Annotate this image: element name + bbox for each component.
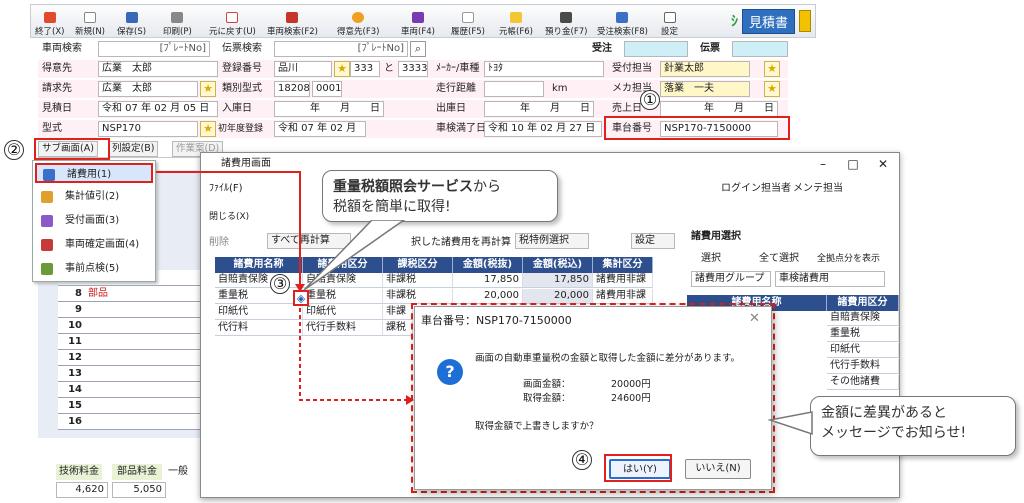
top-callout-line1: 重量税額照会サービスから xyxy=(333,179,501,195)
step-4-marker: ④ xyxy=(572,450,592,470)
question-icon: ? xyxy=(437,359,463,385)
dialog-question: 取得金額で上書きしますか？ xyxy=(475,421,599,432)
dialog-close-icon[interactable]: ✕ xyxy=(749,311,760,327)
top-callout: 重量税額照会サービスから 税額を簡単に取得! xyxy=(322,170,558,222)
top-callout-tail xyxy=(303,220,406,291)
bottom-callout: 金額に差異があると メッセージでお知らせ! xyxy=(810,396,1016,456)
no-button[interactable]: いいえ(N) xyxy=(685,459,751,479)
yes-button-highlight xyxy=(604,454,672,482)
bottom-callout-line1: 金額に差異があると xyxy=(821,405,947,421)
bottom-callout-line2: メッセージでお知らせ! xyxy=(821,425,967,441)
fetched-amount-label: 取得金額： xyxy=(523,393,571,404)
dialog-message: 画面の自動車重量税の金額と取得した金額に差分があります。 xyxy=(475,353,741,364)
dialog-title: 車台番号：NSP170-7150000 xyxy=(421,314,572,327)
bottom-callout-tail xyxy=(768,411,813,436)
top-callout-line2: 税額を簡単に取得! xyxy=(333,199,451,215)
tax-difference-dialog: 車台番号：NSP170-7150000 ✕ ? 画面の自動車重量税の金額と取得し… xyxy=(414,306,772,490)
fetched-amount-value: 24600円 xyxy=(611,393,651,404)
